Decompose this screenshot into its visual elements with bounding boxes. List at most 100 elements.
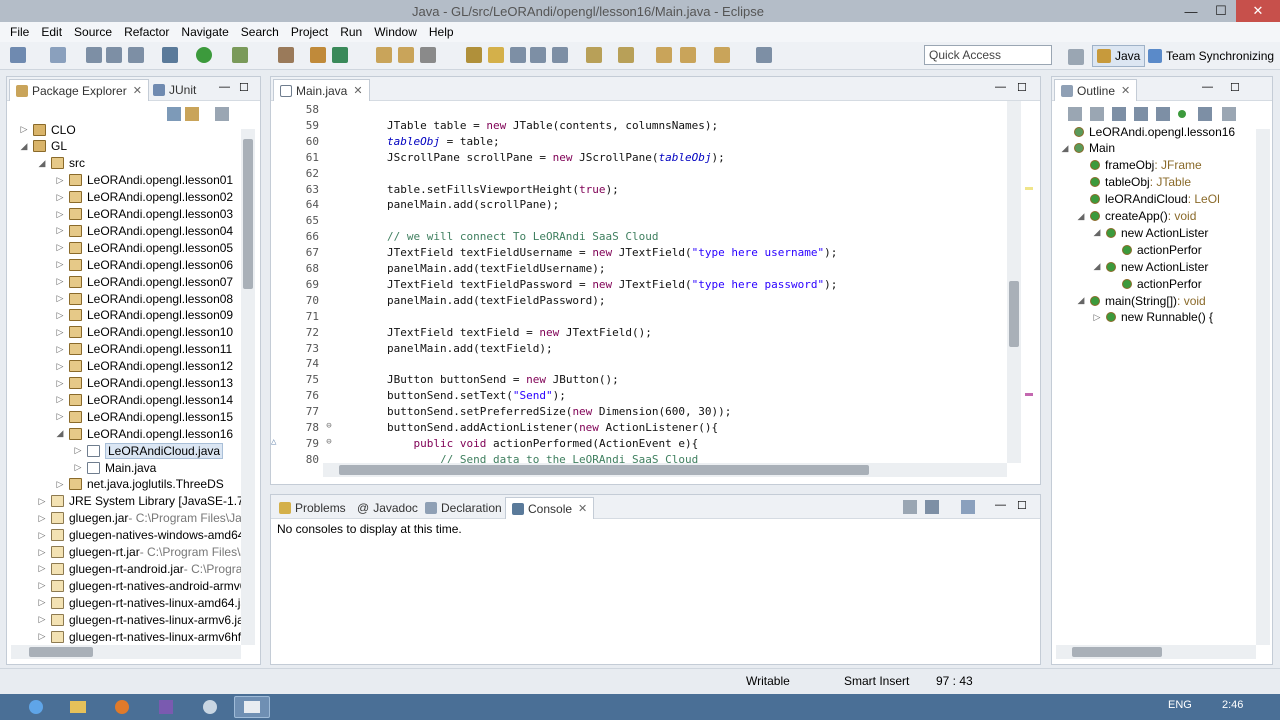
pin-editor-icon[interactable] — [756, 47, 772, 63]
fold-toggle-icon[interactable] — [323, 183, 335, 199]
outline-item[interactable]: ◢ createApp() : void — [1076, 208, 1197, 225]
code-line[interactable]: 71 — [271, 310, 387, 326]
show-whitespace-icon[interactable] — [552, 47, 568, 63]
outline-hscrollbar-thumb[interactable] — [1072, 647, 1162, 657]
mark-occurrences-icon[interactable] — [488, 47, 504, 63]
tree-item[interactable]: ▷ LeORAndi.opengl.lesson04 — [55, 222, 234, 239]
expand-toggle-icon[interactable]: ▷ — [37, 547, 47, 558]
tab-declaration[interactable]: Declaration — [419, 497, 508, 519]
hide-local-types-icon[interactable] — [1198, 107, 1212, 121]
app-icon[interactable] — [192, 696, 228, 718]
tree-item[interactable]: ▷ LeORAndi.opengl.lesson13 — [55, 375, 234, 392]
tree-item[interactable]: ◢ src — [37, 155, 85, 172]
start-icon[interactable] — [18, 696, 54, 718]
package-tree-scrollbar[interactable] — [241, 129, 255, 645]
menu-file[interactable]: File — [4, 25, 35, 39]
outline-item[interactable]: LeORAndi.opengl.lesson16 — [1060, 123, 1235, 140]
outline-view-menu-icon[interactable] — [1222, 107, 1236, 121]
fold-toggle-icon[interactable] — [323, 405, 335, 421]
fold-toggle-icon[interactable] — [323, 278, 335, 294]
outline-item[interactable]: tableObj : JTable — [1076, 174, 1191, 191]
open-type-icon[interactable] — [376, 47, 392, 63]
fold-toggle-icon[interactable] — [323, 357, 335, 373]
close-icon[interactable]: ✕ — [133, 84, 142, 97]
expand-toggle-icon[interactable]: ▷ — [55, 242, 65, 253]
outline-vscrollbar[interactable] — [1256, 129, 1270, 645]
coverage-icon[interactable] — [232, 47, 248, 63]
tree-item[interactable]: ▷ LeORAndiCloud.java — [73, 442, 224, 459]
prev-annotation-icon[interactable] — [618, 47, 634, 63]
clock[interactable]: 2:46 — [1222, 699, 1243, 711]
tree-item[interactable]: ▷ gluegen-natives-windows-amd64. — [37, 527, 248, 544]
expand-toggle-icon[interactable]: ▷ — [73, 462, 83, 473]
expand-toggle-icon[interactable]: ▷ — [55, 344, 65, 355]
expand-toggle-icon[interactable]: ▷ — [55, 479, 65, 490]
tree-item[interactable]: ▷ Main.java — [73, 459, 157, 476]
external-tools-icon[interactable] — [278, 47, 294, 63]
expand-toggle-icon[interactable]: ▷ — [55, 293, 65, 304]
expand-toggle-icon[interactable]: ▷ — [55, 411, 65, 422]
code-line[interactable]: 68 panelMain.add(textFieldUsername); — [271, 262, 606, 278]
fold-toggle-icon[interactable] — [323, 151, 335, 167]
code-line[interactable]: 69 JTextField textFieldPassword = new JTe… — [271, 278, 838, 294]
new-package-icon[interactable] — [310, 47, 326, 63]
forward-icon[interactable] — [714, 47, 730, 63]
tree-item[interactable]: ▷ LeORAndi.opengl.lesson11 — [55, 341, 233, 358]
fold-toggle-icon[interactable] — [323, 294, 335, 310]
expand-toggle-icon[interactable]: ▷ — [37, 580, 47, 591]
expand-toggle-icon[interactable]: ▷ — [55, 394, 65, 405]
expand-toggle-icon[interactable]: ▷ — [55, 276, 65, 287]
quick-access-input[interactable]: Quick Access — [924, 45, 1052, 65]
fold-toggle-icon[interactable] — [323, 389, 335, 405]
tree-item[interactable]: ▷ gluegen-rt-android.jar - C:\Progra — [37, 560, 243, 577]
new-wizard-icon[interactable] — [50, 47, 66, 63]
back-icon[interactable] — [680, 47, 696, 63]
expand-toggle-icon[interactable]: ◢ — [37, 158, 47, 169]
menu-source[interactable]: Source — [68, 25, 118, 39]
expand-toggle-icon[interactable]: ▷ — [55, 175, 65, 186]
expand-toggle-icon[interactable]: ▷ — [55, 225, 65, 236]
maximize-outline-icon[interactable]: ☐ — [1230, 81, 1240, 94]
editor-hscrollbar[interactable] — [323, 463, 1007, 477]
code-editor[interactable]: 58 59 JTable table = new JTable(contents, … — [271, 101, 1040, 466]
toggle-view-icon[interactable] — [530, 47, 546, 63]
code-line[interactable]: 65 — [271, 214, 387, 230]
outline-item[interactable]: frameObj : JFrame — [1076, 157, 1202, 174]
menu-refactor[interactable]: Refactor — [118, 25, 175, 39]
new-icon[interactable] — [10, 47, 26, 63]
fold-toggle-icon[interactable]: ⊖ — [323, 437, 335, 453]
fold-toggle-icon[interactable] — [323, 198, 335, 214]
expand-toggle-icon[interactable]: ▷ — [73, 445, 83, 456]
sort-icon[interactable] — [1090, 107, 1104, 121]
save-icon[interactable] — [86, 47, 102, 63]
block-selection-icon[interactable] — [510, 47, 526, 63]
scrollbar-thumb[interactable] — [243, 139, 253, 289]
debug-icon[interactable] — [162, 47, 178, 63]
close-button[interactable]: ✕ — [1236, 0, 1280, 22]
fold-toggle-icon[interactable] — [323, 103, 335, 119]
outline-item[interactable]: ◢ new ActionLister — [1092, 258, 1209, 275]
maximize-button[interactable]: ☐ — [1206, 0, 1236, 22]
tree-item[interactable]: ▷ LeORAndi.opengl.lesson08 — [55, 290, 234, 307]
tab-main-java[interactable]: Main.java ✕ — [273, 79, 370, 101]
pencil-icon[interactable] — [466, 47, 482, 63]
tree-item[interactable]: ▷ LeORAndi.opengl.lesson06 — [55, 256, 234, 273]
fold-toggle-icon[interactable] — [323, 230, 335, 246]
outline-item[interactable]: ◢ Main — [1060, 140, 1115, 157]
pin-console-icon[interactable] — [903, 500, 917, 514]
code-line[interactable]: 58 — [271, 103, 387, 119]
fold-toggle-icon[interactable] — [323, 373, 335, 389]
tree-item[interactable]: ▷ gluegen.jar - C:\Program Files\Jav — [37, 510, 248, 527]
tree-item[interactable]: ▷ LeORAndi.opengl.lesson09 — [55, 307, 234, 324]
expand-toggle-icon[interactable]: ▷ — [1092, 312, 1102, 323]
fold-toggle-icon[interactable] — [323, 326, 335, 342]
collapse-all-icon[interactable] — [167, 107, 181, 121]
expand-toggle-icon[interactable]: ▷ — [55, 327, 65, 338]
tree-item[interactable]: ▷ net.java.joglutils.ThreeDS — [55, 476, 224, 493]
minimize-outline-icon[interactable]: — — [1202, 81, 1213, 93]
tree-item[interactable]: ▷ gluegen-rt-natives-linux-armv6.ja — [37, 611, 244, 628]
tab-package-explorer[interactable]: Package Explorer ✕ — [9, 79, 149, 101]
expand-toggle-icon[interactable]: ▷ — [37, 614, 47, 625]
menu-navigate[interactable]: Navigate — [175, 25, 234, 39]
outline-hscrollbar[interactable] — [1056, 645, 1256, 659]
